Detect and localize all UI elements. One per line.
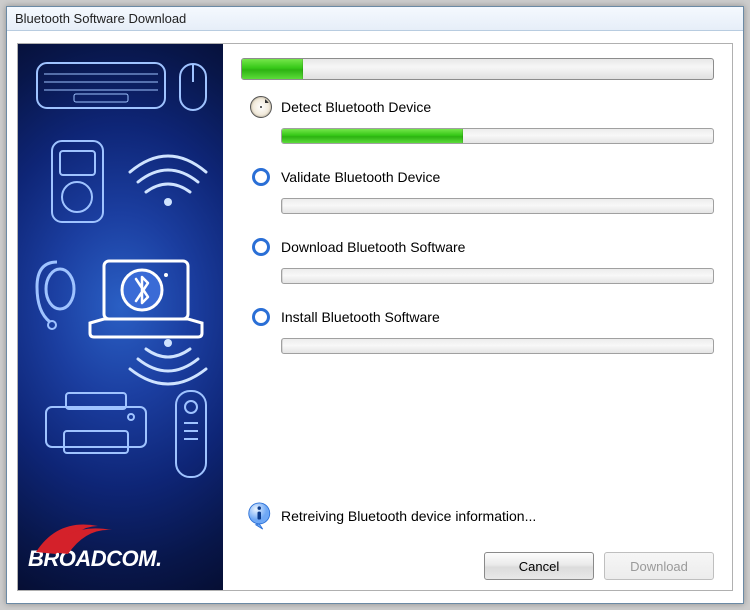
status-row: Retreiving Bluetooth device information.…	[241, 502, 714, 530]
overall-progress-bar	[241, 58, 714, 80]
button-row: Cancel Download	[484, 552, 714, 580]
pending-circle-icon	[252, 308, 270, 326]
step-install: Install Bluetooth Software	[241, 304, 714, 372]
headset-icon	[32, 257, 82, 332]
mouse-icon	[178, 62, 208, 112]
step-progress-bar	[281, 268, 714, 284]
step-label: Install Bluetooth Software	[281, 309, 440, 325]
step-label: Download Bluetooth Software	[281, 239, 465, 255]
media-player-icon	[50, 139, 105, 224]
brand-block: BROADCOM.	[28, 546, 218, 572]
inner-panel: BROADCOM. Detect Bluetooth Device	[17, 43, 733, 591]
pending-circle-icon	[252, 168, 270, 186]
window-title: Bluetooth Software Download	[15, 11, 186, 26]
download-button[interactable]: Download	[604, 552, 714, 580]
printer-icon	[36, 389, 156, 459]
content: BROADCOM. Detect Bluetooth Device	[7, 31, 743, 603]
cancel-button[interactable]: Cancel	[484, 552, 594, 580]
status-text: Retreiving Bluetooth device information.…	[281, 508, 536, 524]
step-download: Download Bluetooth Software	[241, 234, 714, 302]
remote-icon	[174, 389, 208, 479]
step-validate: Validate Bluetooth Device	[241, 164, 714, 232]
step-progress-bar	[281, 128, 714, 144]
dialog-window: Bluetooth Software Download	[6, 6, 744, 604]
info-icon	[247, 502, 275, 530]
step-progress-bar	[281, 198, 714, 214]
left-art-panel: BROADCOM.	[18, 44, 223, 590]
step-label: Validate Bluetooth Device	[281, 169, 440, 185]
step-progress-bar	[281, 338, 714, 354]
brand-swoosh-icon	[28, 516, 128, 556]
steps-list: Detect Bluetooth Device Validate Bluetoo…	[241, 94, 714, 372]
bluetooth-laptop-icon	[86, 257, 206, 342]
clock-icon	[250, 96, 272, 118]
step-label: Detect Bluetooth Device	[281, 99, 431, 115]
signal-waves-icon	[118, 134, 218, 214]
pending-circle-icon	[252, 238, 270, 256]
main-area: Detect Bluetooth Device Validate Bluetoo…	[223, 44, 732, 590]
step-detect: Detect Bluetooth Device	[241, 94, 714, 162]
titlebar: Bluetooth Software Download	[7, 7, 743, 31]
keyboard-icon	[36, 62, 166, 112]
overall-progress-fill	[242, 59, 303, 79]
